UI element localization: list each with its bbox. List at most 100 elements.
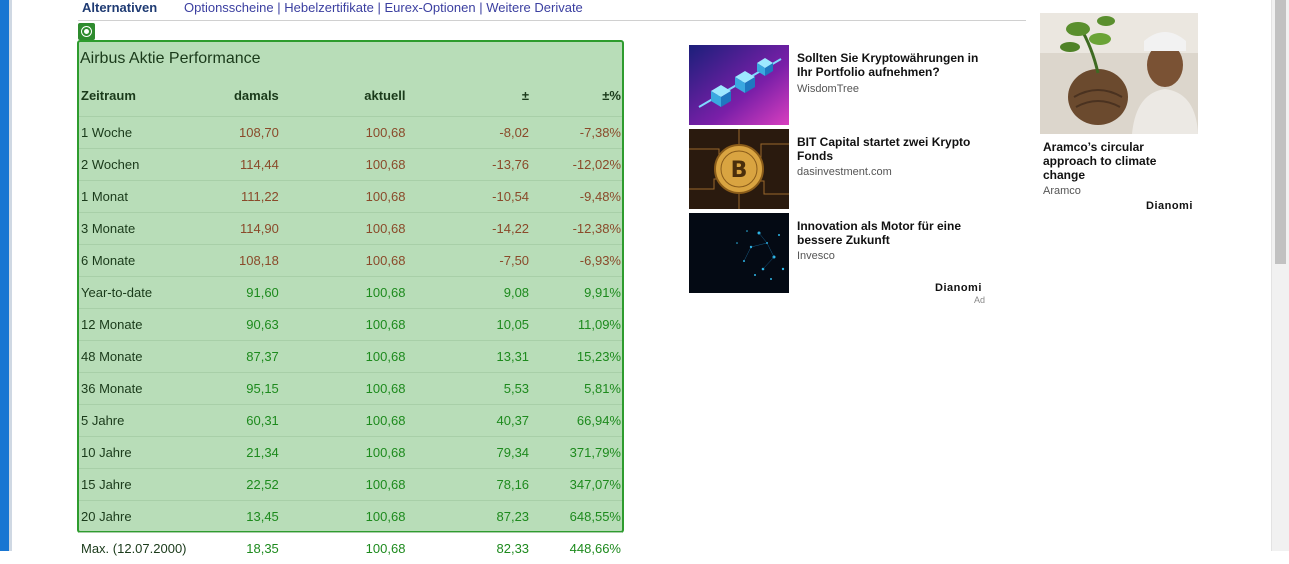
row-pct: -12,02%	[530, 149, 622, 181]
row-period: 10 Jahre	[79, 437, 209, 469]
row-period: 36 Monate	[79, 373, 209, 405]
farmer-plant-image	[1040, 13, 1198, 134]
row-period: Max. (12.07.2000)	[79, 533, 209, 564]
ad-title[interactable]: Sollten Sie Kryptowährungen in Ihr Portf…	[797, 51, 987, 79]
table-row: 1 Monat111,22100,68-10,54-9,48%	[79, 181, 622, 213]
side-ad-title[interactable]: Aramco’s circular approach to climate ch…	[1043, 140, 1193, 182]
row-damals: 90,63	[209, 309, 280, 341]
ad-card-1[interactable]: Sollten Sie Kryptowährungen in Ihr Portf…	[689, 45, 989, 125]
row-pct: -12,38%	[530, 213, 622, 245]
nav-links: Optionsscheine | Hebelzertifikate | Eure…	[184, 0, 583, 15]
table-row: 36 Monate95,15100,685,535,81%	[79, 373, 622, 405]
dianomi-logo-side[interactable]: Dianomi	[1146, 200, 1193, 212]
nav-link-eurex-optionen[interactable]: Eurex-Optionen	[385, 0, 476, 15]
row-diff: 78,16	[406, 469, 530, 501]
row-aktuell: 100,68	[280, 341, 407, 373]
row-diff: 82,33	[406, 533, 530, 564]
row-diff: 10,05	[406, 309, 530, 341]
row-aktuell: 100,68	[280, 405, 407, 437]
row-period: 6 Monate	[79, 245, 209, 277]
svg-text:B: B	[731, 158, 748, 183]
table-row: 20 Jahre13,45100,6887,23648,55%	[79, 501, 622, 533]
row-diff: -14,22	[406, 213, 530, 245]
row-damals: 13,45	[209, 501, 280, 533]
row-damals: 60,31	[209, 405, 280, 437]
row-diff: 79,34	[406, 437, 530, 469]
row-period: 5 Jahre	[79, 405, 209, 437]
target-icon-badge[interactable]	[78, 23, 95, 40]
row-damals: 21,34	[209, 437, 280, 469]
row-pct: 347,07%	[530, 469, 622, 501]
nav-link-hebelzertifikate[interactable]: Hebelzertifikate	[284, 0, 374, 15]
row-aktuell: 100,68	[280, 149, 407, 181]
table-row: 2 Wochen114,44100,68-13,76-12,02%	[79, 149, 622, 181]
scrollbar-thumb[interactable]	[1275, 0, 1286, 264]
left-accent-strip	[0, 0, 9, 551]
row-aktuell: 100,68	[280, 181, 407, 213]
table-row: 5 Jahre60,31100,6840,3766,94%	[79, 405, 622, 437]
tech-particles-image	[689, 213, 789, 293]
row-aktuell: 100,68	[280, 533, 407, 564]
row-damals: 114,90	[209, 213, 280, 245]
bitcoin-coin-image: B	[689, 129, 789, 209]
performance-table: Zeitraum damals aktuell ± ±% 1 Woche108,…	[79, 74, 622, 564]
row-diff: 9,08	[406, 277, 530, 309]
ad-title[interactable]: Innovation als Motor für eine bessere Zu…	[797, 219, 987, 247]
side-ad-card[interactable]: Aramco’s circular approach to climate ch…	[1040, 13, 1198, 197]
row-pct: 11,09%	[530, 309, 622, 341]
dianomi-logo[interactable]: Dianomi	[935, 282, 982, 294]
row-aktuell: 100,68	[280, 277, 407, 309]
ad-card-2[interactable]: B BIT Capital startet zwei Krypto Fonds …	[689, 129, 989, 209]
crypto-cubes-image	[689, 45, 789, 125]
row-aktuell: 100,68	[280, 245, 407, 277]
nav-link-weitere-derivate[interactable]: Weitere Derivate	[486, 0, 583, 15]
header-pct: ±%	[530, 74, 622, 117]
row-diff: 5,53	[406, 373, 530, 405]
row-aktuell: 100,68	[280, 437, 407, 469]
row-diff: 40,37	[406, 405, 530, 437]
table-row: Year-to-date91,60100,689,089,91%	[79, 277, 622, 309]
row-pct: 648,55%	[530, 501, 622, 533]
row-pct: 371,79%	[530, 437, 622, 469]
row-period: Year-to-date	[79, 277, 209, 309]
row-pct: 66,94%	[530, 405, 622, 437]
ad-card-3[interactable]: Innovation als Motor für eine bessere Zu…	[689, 213, 989, 293]
row-pct: 5,81%	[530, 373, 622, 405]
row-aktuell: 100,68	[280, 469, 407, 501]
row-aktuell: 100,68	[280, 309, 407, 341]
row-pct: -7,38%	[530, 117, 622, 149]
ad-source: Invesco	[797, 250, 835, 262]
nav-link-optionsscheine[interactable]: Optionsscheine	[184, 0, 274, 15]
row-diff: 87,23	[406, 501, 530, 533]
row-damals: 108,70	[209, 117, 280, 149]
ad-source: WisdomTree	[797, 83, 859, 95]
row-damals: 87,37	[209, 341, 280, 373]
header-zeitraum: Zeitraum	[79, 74, 209, 117]
target-icon	[81, 26, 92, 37]
row-diff: -10,54	[406, 181, 530, 213]
row-period: 15 Jahre	[79, 469, 209, 501]
left-accent-divider	[9, 0, 12, 551]
row-damals: 111,22	[209, 181, 280, 213]
derivatives-nav: Alternativen Optionsscheine | Hebelzerti…	[78, 0, 1026, 21]
row-period: 1 Monat	[79, 181, 209, 213]
table-row: 3 Monate114,90100,68-14,22-12,38%	[79, 213, 622, 245]
nav-separator: |	[378, 0, 381, 15]
row-period: 48 Monate	[79, 341, 209, 373]
ad-source: dasinvestment.com	[797, 166, 892, 178]
row-period: 12 Monate	[79, 309, 209, 341]
row-aktuell: 100,68	[280, 117, 407, 149]
row-damals: 22,52	[209, 469, 280, 501]
table-header-row: Zeitraum damals aktuell ± ±%	[79, 74, 622, 117]
header-aktuell: aktuell	[280, 74, 407, 117]
performance-title: Airbus Aktie Performance	[80, 50, 261, 68]
table-row: 48 Monate87,37100,6813,3115,23%	[79, 341, 622, 373]
table-row: 12 Monate90,63100,6810,0511,09%	[79, 309, 622, 341]
ad-title[interactable]: BIT Capital startet zwei Krypto Fonds	[797, 135, 987, 163]
nav-separator: |	[277, 0, 280, 15]
side-ad-source: Aramco	[1043, 185, 1198, 197]
row-pct: 9,91%	[530, 277, 622, 309]
row-diff: -7,50	[406, 245, 530, 277]
nav-tab-alternativen[interactable]: Alternativen	[82, 0, 157, 15]
vertical-scrollbar[interactable]	[1271, 0, 1289, 551]
